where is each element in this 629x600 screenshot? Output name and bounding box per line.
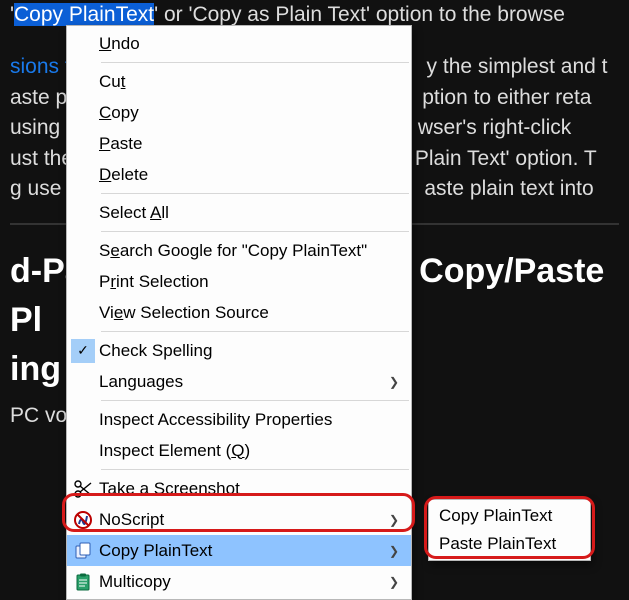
chevron-right-icon: ❯ — [389, 544, 405, 558]
gutter: ✓ — [67, 339, 99, 363]
menuitem-check-spelling[interactable]: ✓ Check Spelling — [67, 335, 411, 366]
menuitem-label: Inspect Element (Q) — [99, 441, 405, 461]
menuitem-label: Print Selection — [99, 272, 405, 292]
menuitem-search-google[interactable]: Search Google for "Copy PlainText" — [67, 235, 411, 266]
chevron-right-icon: ❯ — [389, 375, 405, 389]
menuitem-label: Search Google for "Copy PlainText" — [99, 241, 405, 261]
selected-text[interactable]: Copy PlainText — [14, 3, 154, 26]
text-fragment: using t — [10, 116, 72, 139]
menuitem-delete[interactable]: Delete — [67, 159, 411, 190]
text-fragment: ption to either reta — [422, 86, 591, 109]
clipboard-icon — [73, 572, 93, 592]
menu-separator — [101, 231, 409, 232]
menuitem-noscript[interactable]: NoScript ❯ — [67, 504, 411, 535]
menu-separator — [101, 193, 409, 194]
menuitem-take-screenshot[interactable]: Take a Screenshot — [67, 473, 411, 504]
text-fragment: g use — [10, 177, 61, 200]
menuitem-select-all[interactable]: Select All — [67, 197, 411, 228]
menuitem-label: Take a Screenshot — [99, 479, 405, 499]
menuitem-view-selection-source[interactable]: View Selection Source — [67, 297, 411, 328]
menuitem-paste[interactable]: Paste — [67, 128, 411, 159]
menuitem-label: Paste PlainText — [439, 534, 556, 554]
menu-separator — [101, 400, 409, 401]
menu-separator — [101, 331, 409, 332]
chevron-right-icon: ❯ — [389, 575, 405, 589]
check-icon: ✓ — [71, 339, 95, 363]
menuitem-label: Select All — [99, 203, 405, 223]
menuitem-label: Copy — [99, 103, 405, 123]
menuitem-multicopy[interactable]: Multicopy ❯ — [67, 566, 411, 597]
menuitem-label: Cut — [99, 72, 405, 92]
scissors-icon — [73, 479, 93, 499]
text-fragment: Plain Text' option. T — [409, 147, 597, 170]
link-fragment[interactable]: sions f — [10, 55, 71, 78]
gutter — [67, 541, 99, 561]
menu-separator — [101, 469, 409, 470]
text-fragment: ing — [10, 350, 61, 388]
menuitem-copy-plaintext[interactable]: Copy PlainText ❯ — [67, 535, 411, 566]
menuitem-label: View Selection Source — [99, 303, 405, 323]
documents-icon — [73, 541, 93, 561]
menuitem-label: Undo — [99, 34, 405, 54]
menuitem-undo[interactable]: Undo — [67, 28, 411, 59]
menuitem-label: Copy PlainText — [439, 506, 552, 526]
text-fragment: aste p — [10, 86, 67, 109]
submenu-item-copy-plaintext[interactable]: Copy PlainText — [429, 502, 590, 530]
menu-separator — [101, 62, 409, 63]
menuitem-label: Check Spelling — [99, 341, 405, 361]
context-menu: Undo Cut Copy Paste Delete Select All Se… — [66, 25, 412, 600]
gutter — [67, 510, 99, 530]
submenu-copy-plaintext: Copy PlainText Paste PlainText — [428, 499, 591, 561]
noscript-icon — [73, 510, 93, 530]
menuitem-copy[interactable]: Copy — [67, 97, 411, 128]
menuitem-languages[interactable]: Languages ❯ — [67, 366, 411, 397]
text-fragment: wser's right-click — [418, 116, 571, 139]
gutter — [67, 572, 99, 592]
text-fragment: ust the — [10, 147, 73, 170]
text-fragment: ' or 'Copy as Plain Text' option to the … — [154, 3, 565, 26]
menuitem-inspect-element[interactable]: Inspect Element (Q) — [67, 435, 411, 466]
submenu-item-paste-plaintext[interactable]: Paste PlainText — [429, 530, 590, 558]
menuitem-cut[interactable]: Cut — [67, 66, 411, 97]
menuitem-print-selection[interactable]: Print Selection — [67, 266, 411, 297]
chevron-right-icon: ❯ — [389, 513, 405, 527]
menuitem-label: Languages — [99, 372, 389, 392]
menuitem-label: NoScript — [99, 510, 389, 530]
menuitem-inspect-a11y[interactable]: Inspect Accessibility Properties — [67, 404, 411, 435]
gutter — [67, 479, 99, 499]
menuitem-label: Paste — [99, 134, 405, 154]
menuitem-label: Delete — [99, 165, 405, 185]
menuitem-label: Multicopy — [99, 572, 389, 592]
menuitem-label: Copy PlainText — [99, 541, 389, 561]
menuitem-label: Inspect Accessibility Properties — [99, 410, 405, 430]
text-fragment: y the simplest and t — [427, 55, 608, 78]
text-fragment: aste plain text into — [424, 177, 593, 200]
